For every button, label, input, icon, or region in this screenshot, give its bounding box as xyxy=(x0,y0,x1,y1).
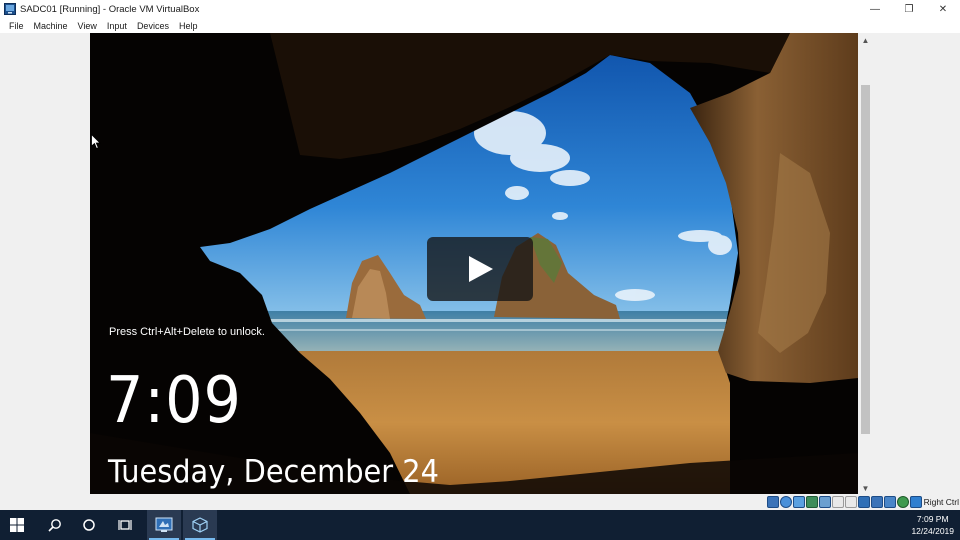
display-icon[interactable] xyxy=(845,496,857,508)
virtualbox-cube-icon xyxy=(192,517,208,533)
minimize-icon: — xyxy=(870,3,880,15)
task-view-button[interactable] xyxy=(108,510,142,540)
mouse-cursor-icon xyxy=(91,134,101,150)
keyboard-icon[interactable] xyxy=(884,496,896,508)
taskbar-clock[interactable]: 7:09 PM 12/24/2019 xyxy=(911,513,954,537)
shared-folders-icon[interactable] xyxy=(832,496,844,508)
menu-machine[interactable]: Machine xyxy=(29,21,73,31)
restore-icon: ❐ xyxy=(904,3,914,15)
network-icon[interactable] xyxy=(806,496,818,508)
start-button[interactable] xyxy=(0,510,34,540)
play-icon xyxy=(469,256,493,282)
scroll-up-arrow-icon[interactable]: ▲ xyxy=(859,34,872,46)
taskbar: 7:09 PM 12/24/2019 xyxy=(0,510,960,540)
scroll-thumb[interactable] xyxy=(861,85,870,434)
taskbar-app-vm[interactable] xyxy=(147,510,181,540)
window-title-bar[interactable]: SADC01 [Running] - Oracle VM VirtualBox … xyxy=(0,0,960,18)
menu-devices[interactable]: Devices xyxy=(132,21,174,31)
windows-logo-icon xyxy=(10,518,24,532)
vm-screen[interactable]: Press Ctrl+Alt+Delete to unlock. 7:09 Tu… xyxy=(90,33,858,494)
menu-view[interactable]: View xyxy=(73,21,102,31)
status-icons xyxy=(767,496,922,508)
search-button[interactable] xyxy=(38,510,72,540)
window-controls: — ❐ ✕ xyxy=(858,0,960,18)
menu-help[interactable]: Help xyxy=(174,21,203,31)
host-key-label: Right Ctrl xyxy=(923,497,959,507)
hard-disk-icon[interactable] xyxy=(767,496,779,508)
optical-drive-icon[interactable] xyxy=(780,496,792,508)
vm-status-bar: Right Ctrl xyxy=(0,495,960,510)
arrow-down-icon[interactable] xyxy=(910,496,922,508)
audio-icon[interactable] xyxy=(793,496,805,508)
menu-bar: File Machine View Input Devices Help xyxy=(0,18,960,33)
taskbar-app-virtualbox[interactable] xyxy=(183,510,217,540)
unlock-prompt: Press Ctrl+Alt+Delete to unlock. xyxy=(109,326,265,338)
clock-time: 7:09 PM xyxy=(916,514,949,524)
cortana-circle-icon xyxy=(83,519,95,531)
video-play-button[interactable] xyxy=(427,237,533,301)
search-icon xyxy=(48,519,61,532)
lockscreen-time: 7:09 xyxy=(106,364,242,438)
scroll-down-arrow-icon[interactable]: ▼ xyxy=(859,482,872,494)
menu-file[interactable]: File xyxy=(4,21,29,31)
restore-button[interactable]: ❐ xyxy=(892,0,926,18)
virtualbox-app-icon xyxy=(4,3,16,15)
video-capture-icon[interactable] xyxy=(858,496,870,508)
cpu-icon[interactable] xyxy=(897,496,909,508)
task-view-icon xyxy=(118,520,132,530)
close-button[interactable]: ✕ xyxy=(926,0,960,18)
lockscreen-date: Tuesday, December 24 xyxy=(108,454,439,490)
mouse-integration-icon[interactable] xyxy=(871,496,883,508)
vm-display-area: Press Ctrl+Alt+Delete to unlock. 7:09 Tu… xyxy=(0,33,960,495)
window-title: SADC01 [Running] - Oracle VM VirtualBox xyxy=(20,3,200,15)
menu-input[interactable]: Input xyxy=(102,21,132,31)
usb-icon[interactable] xyxy=(819,496,831,508)
vertical-scrollbar[interactable]: ▲ ▼ xyxy=(859,33,872,494)
close-icon: ✕ xyxy=(938,3,948,15)
cortana-button[interactable] xyxy=(72,510,106,540)
clock-date: 12/24/2019 xyxy=(911,526,954,536)
minimize-button[interactable]: — xyxy=(858,0,892,18)
virtual-machine-app-icon xyxy=(155,517,173,532)
